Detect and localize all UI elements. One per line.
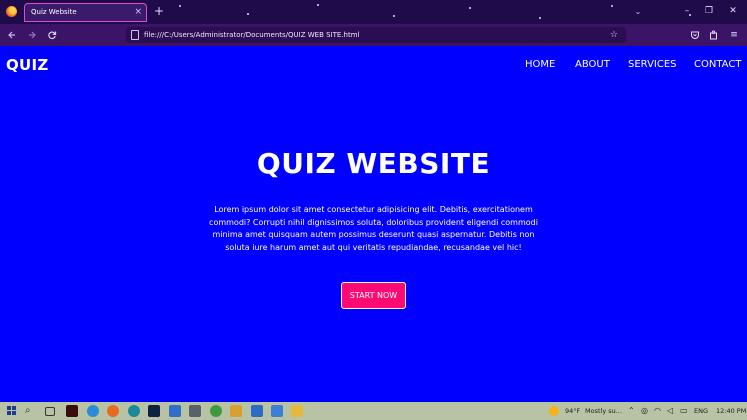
forward-arrow-icon[interactable] — [25, 27, 39, 43]
nav-link-contact[interactable]: CONTACT — [694, 59, 741, 70]
weather-status[interactable]: Mostly su... — [585, 402, 622, 420]
bluetooth-app-icon[interactable] — [169, 405, 181, 417]
volume-icon[interactable]: ◁ — [667, 402, 673, 420]
weather-temperature[interactable]: 94°F — [565, 402, 580, 420]
file-icon — [131, 30, 139, 40]
nav-link-home[interactable]: HOME — [525, 59, 555, 70]
extensions-icon[interactable] — [708, 27, 720, 43]
firefox-taskbar-icon[interactable] — [107, 405, 119, 417]
nav-link-about[interactable]: ABOUT — [575, 59, 610, 70]
nav-link-services[interactable]: SERVICES — [628, 59, 677, 70]
pocket-icon[interactable] — [689, 27, 701, 43]
adobe-app-icon[interactable] — [66, 405, 78, 417]
battery-icon[interactable]: ▭ — [680, 402, 688, 420]
firefox-icon[interactable] — [6, 6, 17, 17]
browser-tab-strip: Quiz Website × + ⌄ – ❐ ✕ — [0, 0, 747, 24]
hamburger-menu-icon[interactable]: ≡ — [728, 27, 740, 43]
close-window-button[interactable]: ✕ — [726, 3, 740, 20]
tab-title: Quiz Website — [31, 8, 77, 16]
start-now-button[interactable]: START NOW — [341, 282, 406, 309]
close-tab-icon[interactable]: × — [134, 4, 142, 21]
windows-taskbar: ⌕ 94°F Mostly su... ⌃ ◎ ◠ ◁ ▭ ENG 12:40 … — [0, 402, 747, 420]
weather-icon[interactable] — [549, 406, 559, 416]
file-explorer-icon[interactable] — [291, 405, 303, 417]
vscode-icon[interactable] — [251, 405, 263, 417]
clock-time[interactable]: 12:40 PM — [716, 402, 746, 420]
minimize-button[interactable]: – — [680, 3, 694, 20]
search-icon[interactable]: ⌕ — [25, 403, 31, 419]
new-tab-button[interactable]: + — [152, 3, 166, 20]
bookmark-star-icon[interactable]: ☆ — [610, 27, 618, 43]
url-text[interactable]: file:///C:/Users/Administrator/Documents… — [144, 27, 359, 43]
back-arrow-icon[interactable] — [5, 27, 19, 43]
reload-icon[interactable] — [45, 27, 59, 43]
language-indicator[interactable]: ENG — [694, 402, 708, 420]
edge-icon[interactable] — [128, 405, 140, 417]
windows-start-icon[interactable] — [7, 406, 17, 416]
app-icon-3[interactable] — [271, 405, 283, 417]
wifi-icon[interactable]: ◠ — [654, 402, 661, 420]
chrome-icon[interactable] — [210, 405, 222, 417]
task-view-icon[interactable] — [45, 407, 55, 416]
address-bar[interactable]: file:///C:/Users/Administrator/Documents… — [126, 27, 626, 43]
photoshop-icon[interactable] — [148, 405, 160, 417]
hero-description: Lorem ipsum dolor sit amet consectetur a… — [209, 205, 538, 252]
network-icon[interactable]: ◎ — [641, 402, 648, 420]
maximize-button[interactable]: ❐ — [702, 3, 716, 20]
hero-title: QUIZ WEBSITE — [256, 147, 491, 180]
list-tabs-icon[interactable]: ⌄ — [632, 3, 644, 20]
app-icon[interactable] — [189, 405, 201, 417]
telegram-icon[interactable] — [87, 405, 99, 417]
site-logo[interactable]: QUIZ — [6, 56, 49, 74]
app-icon-2[interactable] — [230, 405, 242, 417]
browser-tab[interactable]: Quiz Website × — [24, 3, 147, 22]
browser-toolbar: file:///C:/Users/Administrator/Documents… — [0, 24, 747, 46]
chevron-up-icon[interactable]: ⌃ — [628, 402, 635, 420]
